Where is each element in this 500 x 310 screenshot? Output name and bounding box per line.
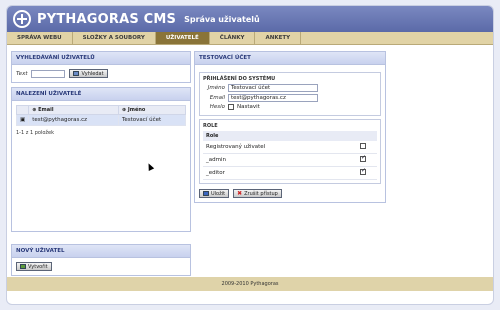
name-field[interactable]: Testovací účet — [228, 84, 318, 92]
role-checkbox-admin[interactable] — [360, 154, 366, 162]
tab-slozky-a-soubory[interactable]: SLOŽKY A SOUBORY — [73, 32, 156, 44]
roles-table: Role Registrovaný uživatel _admin _ — [203, 131, 377, 180]
set-password-checkbox[interactable] — [228, 104, 234, 110]
search-icon — [73, 71, 80, 76]
pager-text: 1-1 z 1 položek — [16, 130, 55, 136]
app-header: PYTHAGORAS CMS Správa uživatelů — [7, 6, 493, 32]
select-column-header — [15, 105, 30, 115]
search-button-label: Vyhledat — [81, 70, 104, 77]
save-button-label: Uložit — [211, 190, 226, 197]
role-name: Registrovaný uživatel — [203, 141, 357, 154]
tab-uzivatele[interactable]: UŽIVATELÉ — [155, 32, 210, 44]
user-email-cell[interactable]: test@pythagoras.cz — [28, 114, 119, 126]
tab-clanky[interactable]: ČLÁNKY — [210, 32, 256, 44]
new-user-panel: NOVÝ UŽIVATEL Vytvořit — [11, 244, 191, 276]
name-column-header[interactable]: ⊕ Jméno — [117, 105, 187, 115]
account-panel: TESTOVACÍ ÚČET PŘIHLÁŠENÍ DO SYSTÉMU Jmé… — [194, 51, 386, 203]
search-button[interactable]: Vyhledat — [69, 69, 108, 78]
right-column: TESTOVACÍ ÚČET PŘIHLÁŠENÍ DO SYSTÉMU Jmé… — [194, 51, 386, 207]
email-label: Email — [209, 95, 225, 101]
password-label: Heslo — [209, 104, 225, 110]
revoke-access-button-label: Zrušit přístup — [244, 190, 278, 197]
search-panel: VYHLEDÁVÁNÍ UŽIVATELŮ Text Vyhledat — [11, 51, 191, 83]
close-icon: ✖ — [237, 190, 243, 197]
table-row[interactable]: ▣ test@pythagoras.cz Testovací účet — [15, 114, 187, 126]
roles-section-title: ROLE — [203, 123, 218, 129]
login-section-title: PŘIHLÁŠENÍ DO SYSTÉMU — [203, 76, 276, 82]
revoke-access-button[interactable]: ✖ Zrušit přístup — [233, 189, 282, 198]
tab-ankety[interactable]: ANKETY — [255, 32, 302, 44]
role-row: Registrovaný uživatel — [203, 141, 377, 154]
app-window: PYTHAGORAS CMS Správa uživatelů SPRÁVA W… — [6, 5, 494, 305]
tab-sprava-webu[interactable]: SPRÁVA WEBU — [7, 32, 73, 44]
set-password-label: Nastavit — [237, 104, 260, 110]
role-name: _admin — [203, 153, 357, 167]
name-label: Jméno — [207, 85, 225, 91]
globe-logo-icon — [13, 10, 31, 28]
main-tabs: SPRÁVA WEBU SLOŽKY A SOUBORY UŽIVATELÉ Č… — [7, 32, 493, 45]
create-user-button-label: Vytvořit — [28, 263, 48, 270]
create-user-button[interactable]: Vytvořit — [16, 262, 52, 271]
email-column-header[interactable]: ⊕ Email — [28, 105, 119, 115]
save-button[interactable]: Uložit — [199, 189, 230, 198]
account-actions: Uložit ✖ Zrušit přístup — [199, 189, 381, 198]
save-icon — [203, 191, 209, 196]
search-text-label: Text — [16, 70, 28, 77]
role-row: _admin — [203, 153, 377, 167]
role-row: _editor — [203, 166, 377, 180]
left-column: VYHLEDÁVÁNÍ UŽIVATELŮ Text Vyhledat NALE… — [11, 51, 191, 280]
page-footer: 2009-2010 Pythagoras — [7, 277, 493, 291]
search-panel-title: VYHLEDÁVÁNÍ UŽIVATELŮ — [12, 52, 190, 65]
brand-title: PYTHAGORAS CMS — [37, 11, 177, 27]
add-user-icon — [20, 264, 26, 269]
new-user-title: NOVÝ UŽIVATEL — [12, 245, 190, 258]
user-name-cell[interactable]: Testovací účet — [117, 114, 187, 126]
search-input[interactable] — [31, 69, 66, 78]
account-panel-title: TESTOVACÍ ÚČET — [195, 52, 385, 65]
users-table: ⊕ Email ⊕ Jméno ▣ test@pythagoras.cz Tes… — [15, 105, 187, 126]
found-users-title: NALEZENÍ UŽIVATELÉ — [12, 88, 190, 101]
role-name: _editor — [203, 166, 357, 180]
role-column-header: Role — [203, 131, 357, 141]
login-section: PŘIHLÁŠENÍ DO SYSTÉMU Jméno Testovací úč… — [199, 72, 381, 116]
email-field[interactable]: test@pythagoras.cz — [228, 94, 318, 102]
role-checkbox-registered[interactable] — [360, 143, 366, 149]
user-icon: ▣ — [15, 114, 30, 126]
role-checkbox-editor[interactable] — [360, 167, 366, 175]
page-subtitle: Správa uživatelů — [184, 14, 260, 24]
roles-section: ROLE Role Registrovaný uživatel _admin ✓… — [199, 119, 381, 184]
found-users-panel: NALEZENÍ UŽIVATELÉ ⊕ Email ⊕ Jméno ▣ tes… — [11, 87, 191, 232]
role-checkbox-header — [357, 131, 377, 141]
